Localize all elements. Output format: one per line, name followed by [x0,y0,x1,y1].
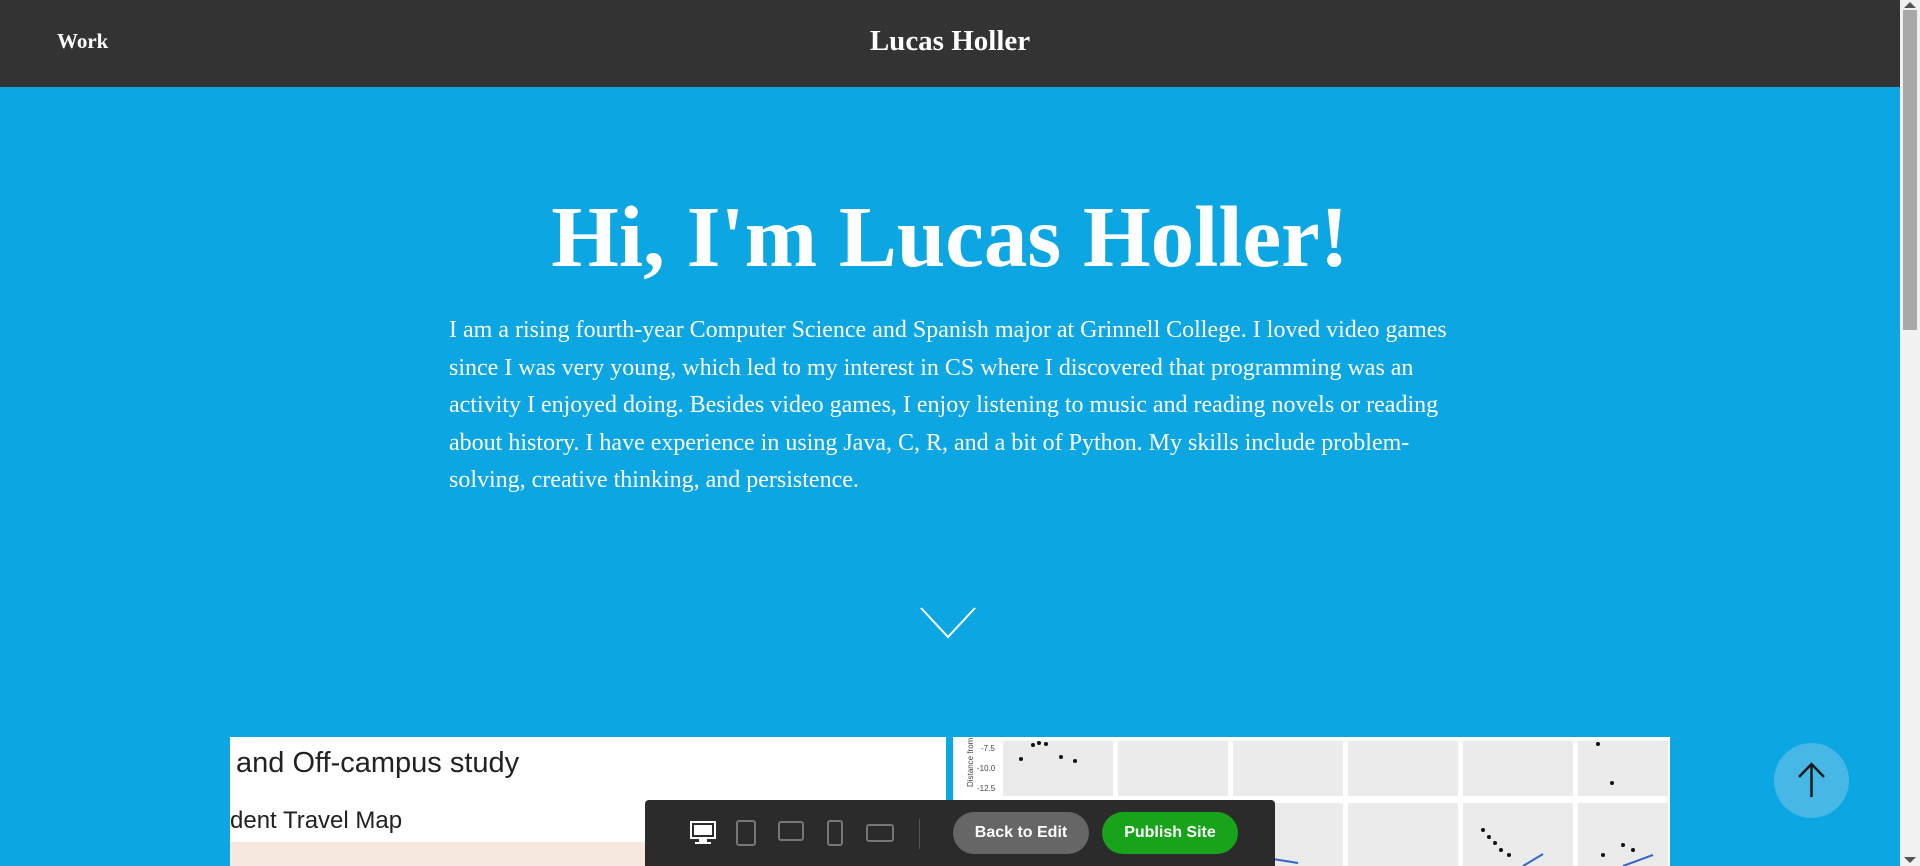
axis-label: Distance from [966,737,975,787]
phone-landscape-icon[interactable] [866,824,894,842]
editor-toolbar: Back to Edit Publish Site [645,800,1275,866]
hero-bio: I am a rising fourth-year Computer Scien… [449,317,1447,493]
scroll-down-arrow-icon[interactable] [1904,857,1916,863]
phone-portrait-icon[interactable] [827,820,843,846]
arrow-up-icon [1798,762,1825,797]
thumb-subtitle: dent Travel Map [230,807,403,834]
axis-tick-label: -7.5 [981,744,995,753]
publish-site-button[interactable]: Publish Site [1102,812,1238,854]
toolbar-divider [919,819,920,849]
tablet-landscape-icon[interactable] [778,820,804,842]
axis-tick-label: -12.5 [977,784,996,793]
chevron-down-icon[interactable] [919,606,977,640]
site-title[interactable]: Lucas Holler [0,25,1900,58]
back-to-edit-button[interactable]: Back to Edit [953,812,1089,854]
hero-title: Hi, I'm Lucas Holler! [551,188,1349,285]
site-header: Work Lucas Holler [0,0,1900,87]
tablet-portrait-icon[interactable] [736,820,756,846]
back-to-top-button[interactable] [1774,743,1849,818]
page-scrollbar[interactable] [1900,0,1920,866]
axis-tick-label: -10.0 [977,764,996,773]
desktop-icon[interactable] [690,820,716,846]
scroll-thumb[interactable] [1903,10,1917,330]
scroll-up-arrow-icon[interactable] [1904,2,1916,8]
thumb-title: and Off-campus study [236,747,520,779]
